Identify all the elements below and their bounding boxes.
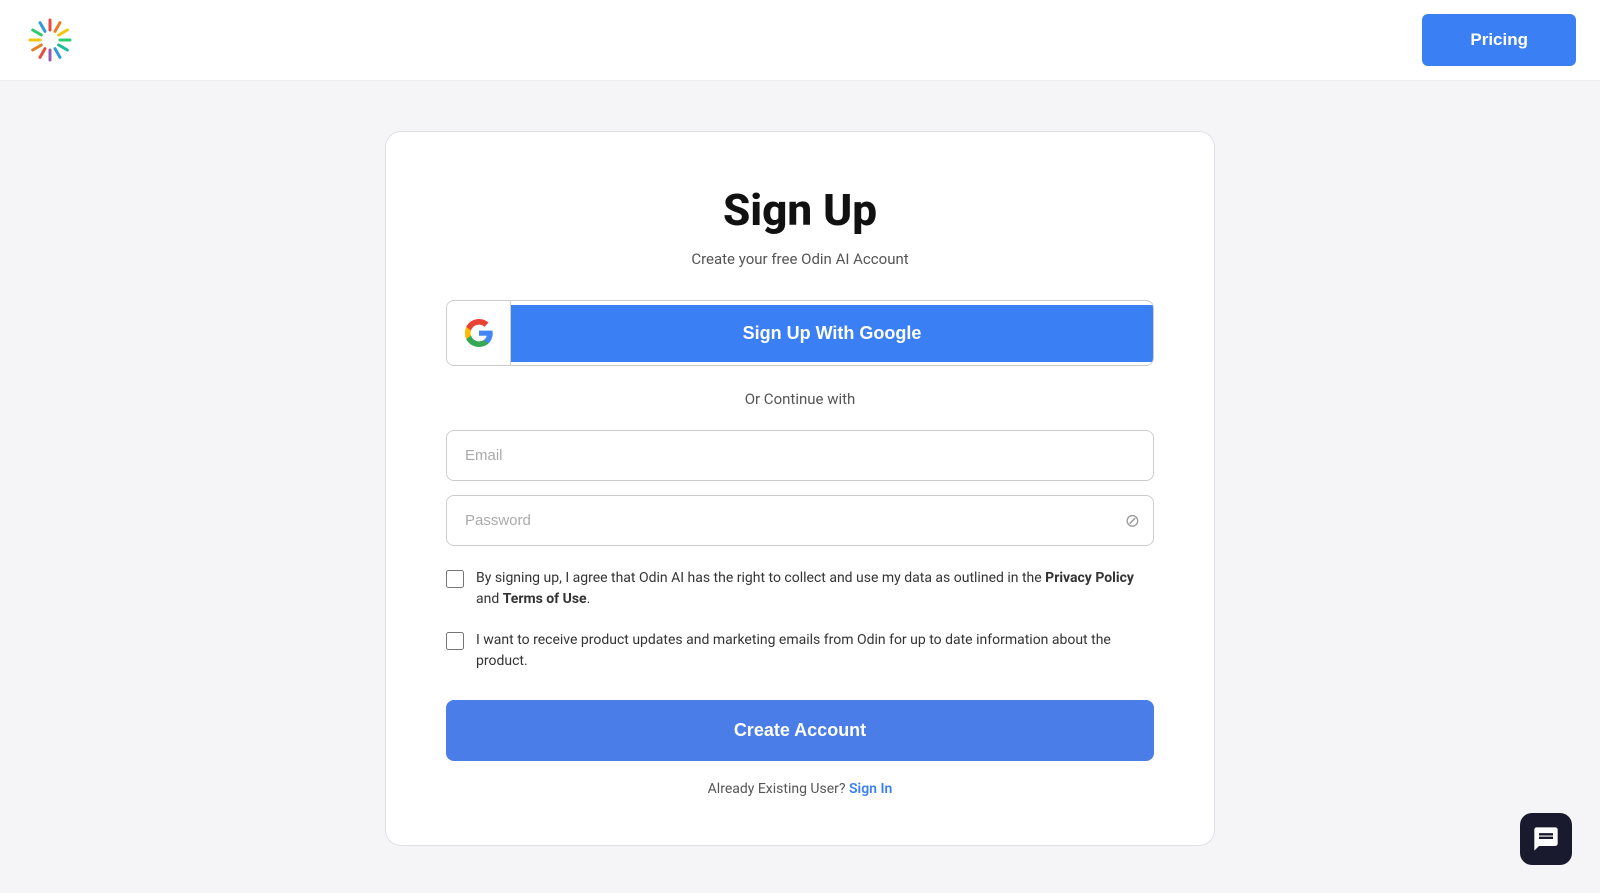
page-title: Sign Up [446, 184, 1154, 236]
marketing-checkbox-row: I want to receive product updates and ma… [446, 630, 1154, 672]
logo-icon [24, 14, 76, 66]
header: Pricing [0, 0, 1600, 81]
email-field[interactable] [446, 430, 1154, 481]
email-group [446, 430, 1154, 481]
checkbox-group: By signing up, I agree that Odin AI has … [446, 568, 1154, 672]
privacy-policy-link[interactable]: Privacy Policy [1045, 570, 1134, 586]
terms-checkbox[interactable] [446, 570, 464, 588]
google-button-label: Sign Up With Google [511, 305, 1153, 362]
create-account-button[interactable]: Create Account [446, 700, 1154, 761]
marketing-checkbox[interactable] [446, 632, 464, 650]
google-icon-container [447, 301, 511, 365]
terms-of-use-link[interactable]: Terms of Use [503, 591, 587, 607]
signin-link[interactable]: Sign In [849, 781, 892, 797]
google-g-icon [465, 319, 493, 347]
page-subtitle: Create your free Odin AI Account [446, 250, 1154, 268]
password-group: ⊘ [446, 495, 1154, 546]
terms-checkbox-label: By signing up, I agree that Odin AI has … [476, 568, 1154, 610]
chat-widget[interactable] [1520, 813, 1572, 865]
google-signup-button[interactable]: Sign Up With Google [446, 300, 1154, 366]
chat-icon [1532, 825, 1560, 853]
pricing-button[interactable]: Pricing [1422, 14, 1576, 66]
signup-card: Sign Up Create your free Odin AI Account… [385, 131, 1215, 846]
signin-prompt: Already Existing User? Sign In [446, 781, 1154, 797]
logo-container [24, 14, 76, 66]
main-content: Sign Up Create your free Odin AI Account… [0, 81, 1600, 886]
marketing-checkbox-label: I want to receive product updates and ma… [476, 630, 1154, 672]
divider-text: Or Continue with [446, 390, 1154, 408]
password-toggle-icon[interactable]: ⊘ [1125, 510, 1140, 531]
password-field[interactable] [446, 495, 1154, 546]
terms-checkbox-row: By signing up, I agree that Odin AI has … [446, 568, 1154, 610]
